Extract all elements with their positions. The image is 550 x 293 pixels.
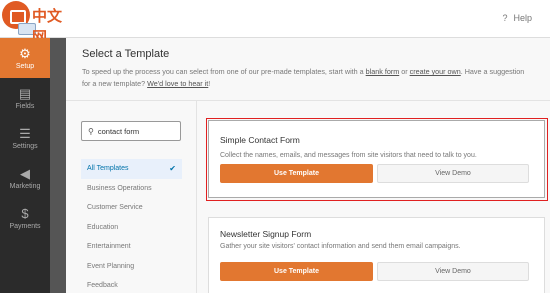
divider — [66, 100, 550, 101]
gear-icon: ⚙ — [19, 46, 31, 61]
dollar-icon: $ — [21, 206, 29, 221]
sidebar-item-label: Marketing — [9, 183, 41, 190]
fields-icon: ▤ — [18, 86, 32, 101]
intro-text: To speed up the process you can select f… — [82, 66, 532, 90]
category-item-business-operations[interactable]: Business Operations — [81, 179, 182, 199]
search-value: contact form — [97, 126, 140, 136]
category-list: All Templates ✔ Business Operations Cust… — [81, 159, 182, 293]
template-title: Newsletter Signup Form — [220, 229, 312, 239]
top-bar: 中文网 ? Help — [0, 0, 550, 46]
sidebar-item-setup[interactable]: ⚙ Setup — [0, 38, 50, 78]
help-icon: ? — [502, 13, 508, 23]
suggest-template-link[interactable]: We'd love to hear it — [147, 79, 208, 88]
sidebar-item-marketing[interactable]: ◀ Marketing — [0, 158, 50, 198]
create-your-own-link[interactable]: create your own — [410, 67, 461, 76]
sidebar-item-fields[interactable]: ▤ Fields — [0, 78, 50, 118]
main-area: Select a Template To speed up the proces… — [50, 38, 550, 293]
sidebar-item-label: Settings — [12, 143, 38, 150]
sidebar-item-payments[interactable]: $ Payments — [0, 198, 50, 238]
setup-panel: Select a Template To speed up the proces… — [66, 38, 550, 293]
category-label: Event Planning — [87, 262, 135, 270]
sidebar-item-settings[interactable]: ☰ Settings — [0, 118, 50, 158]
highlight-box — [206, 118, 548, 201]
category-label: Feedback — [87, 282, 118, 290]
category-item-all-templates[interactable]: All Templates ✔ — [81, 159, 182, 179]
search-icon: ⚲ — [88, 126, 94, 136]
category-item-feedback[interactable]: Feedback — [81, 276, 182, 293]
category-item-entertainment[interactable]: Entertainment — [81, 237, 182, 257]
sidebar-item-label: Payments — [9, 223, 41, 230]
intro-text-part: or — [399, 67, 410, 76]
sidebar-item-label: Setup — [15, 63, 35, 70]
template-card: Newsletter Signup Form Gather your site … — [208, 217, 545, 293]
category-label: Entertainment — [87, 243, 131, 251]
logo: 中文网 — [2, 1, 68, 46]
column-divider — [196, 101, 197, 293]
help-label: Help — [513, 13, 532, 23]
blank-form-link[interactable]: blank form — [366, 67, 400, 76]
template-search-input[interactable]: ⚲ contact form — [81, 121, 181, 141]
category-label: Business Operations — [87, 184, 152, 192]
intro-text-part: To speed up the process you can select f… — [82, 67, 366, 76]
sidebar-item-label: Fields — [15, 103, 35, 110]
view-demo-button[interactable]: View Demo — [377, 262, 529, 281]
category-item-education[interactable]: Education — [81, 218, 182, 238]
help-link[interactable]: ? Help — [502, 13, 532, 23]
category-label: Customer Service — [87, 204, 143, 212]
template-description: Gather your site visitors' contact infor… — [220, 243, 461, 250]
sliders-icon: ☰ — [19, 126, 31, 141]
panel-gutter — [50, 38, 66, 293]
category-item-event-planning[interactable]: Event Planning — [81, 257, 182, 277]
category-label: All Templates — [87, 165, 129, 173]
category-item-customer-service[interactable]: Customer Service — [81, 198, 182, 218]
category-label: Education — [87, 223, 119, 231]
page-title: Select a Template — [82, 48, 170, 60]
use-template-button[interactable]: Use Template — [220, 262, 373, 281]
megaphone-icon: ◀ — [20, 166, 30, 181]
intro-text-part: ! — [208, 79, 211, 88]
checkmark-icon: ✔ — [169, 164, 176, 174]
builder-sidebar: ⚙ Setup ▤ Fields ☰ Settings ◀ Marketing … — [0, 38, 50, 293]
